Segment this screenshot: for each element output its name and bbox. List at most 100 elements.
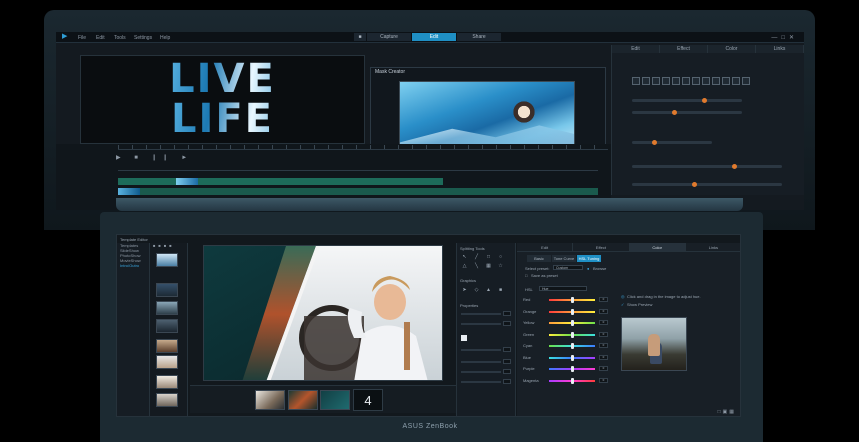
template-thumb-5[interactable] <box>156 339 178 353</box>
tab-edit[interactable]: Edit <box>517 243 574 251</box>
opacity-value[interactable] <box>503 347 511 352</box>
hsl-value-field[interactable]: 0 <box>599 366 608 371</box>
template-thumb-8[interactable] <box>156 393 178 407</box>
mask-tool-12-icon[interactable] <box>742 77 750 85</box>
polygon-tool-icon[interactable]: △ <box>460 263 469 269</box>
menu-tools[interactable]: Tools <box>114 35 126 41</box>
softness-value[interactable] <box>503 359 511 364</box>
template-thumb-3[interactable] <box>156 301 178 315</box>
mask-tool-6-icon[interactable] <box>682 77 690 85</box>
blur-value[interactable] <box>503 379 511 384</box>
mask-tool-5-icon[interactable] <box>672 77 680 85</box>
mask-tool-7-icon[interactable] <box>692 77 700 85</box>
hsl-slider-knob[interactable] <box>570 297 574 303</box>
mask-tool-2-icon[interactable] <box>642 77 650 85</box>
circle-tool-icon[interactable]: ○ <box>496 254 505 260</box>
tab-props-edit[interactable]: Edit <box>612 45 660 53</box>
edge-slider[interactable] <box>632 110 742 115</box>
shadow-slider[interactable] <box>461 371 501 373</box>
border-value[interactable] <box>503 321 511 326</box>
menu-file[interactable]: File <box>78 35 86 41</box>
hsl-preview-image[interactable] <box>621 317 687 371</box>
blur-slider[interactable] <box>461 381 501 383</box>
thumbnail-tools-icon[interactable]: ■■■■ <box>153 243 175 248</box>
tab-effect[interactable]: Effect <box>573 243 630 251</box>
arrow-tool-icon[interactable]: ➤ <box>460 287 469 293</box>
mask-tool-9-icon[interactable] <box>712 77 720 85</box>
hsl-value-field[interactable]: 0 <box>599 297 608 302</box>
preset-dropdown[interactable]: Custom <box>553 265 583 270</box>
border-slider[interactable] <box>461 323 501 325</box>
hsl-value-field[interactable]: 0 <box>599 331 608 337</box>
output-slider[interactable] <box>632 182 782 187</box>
hsl-slider-knob[interactable] <box>570 320 574 326</box>
star-tool-icon[interactable]: ☆ <box>496 263 505 269</box>
hsl-value-field[interactable]: 0 <box>599 354 608 360</box>
save-preset-icon[interactable]: □ <box>525 273 527 278</box>
rect-tool-icon[interactable]: □ <box>484 254 493 260</box>
tab-props-color[interactable]: Color <box>708 45 756 53</box>
save-preset-link[interactable]: Save as preset <box>531 273 558 278</box>
template-thumb-4[interactable] <box>156 319 178 333</box>
tab-color[interactable]: Color <box>629 243 686 251</box>
subtab-tone-curve[interactable]: Tone Curve <box>552 255 576 262</box>
show-preview-checkbox[interactable]: ✓ <box>621 302 624 307</box>
rotation-slider[interactable] <box>461 313 501 315</box>
menu-help[interactable]: Help <box>160 35 170 41</box>
category-intro-outro[interactable]: Intro/Outro <box>117 263 149 268</box>
select-tool-icon[interactable]: ↖ <box>460 254 469 260</box>
mask-tool-10-icon[interactable] <box>722 77 730 85</box>
browse-icon[interactable]: ● <box>587 266 589 271</box>
shadow-value[interactable] <box>503 369 511 374</box>
mask-tool-4-icon[interactable] <box>662 77 670 85</box>
main-preview[interactable]: LIVE LIFE <box>80 55 365 144</box>
triangle-tool-icon[interactable]: ▲ <box>484 287 493 293</box>
overlay-clip-thumb[interactable] <box>118 188 140 195</box>
feather-slider[interactable] <box>632 140 712 145</box>
template-thumb-2[interactable] <box>156 283 178 297</box>
tab-links[interactable]: Links <box>686 243 740 251</box>
strip-thumb-sea[interactable] <box>320 390 350 410</box>
tab-props-effect[interactable]: Effect <box>660 45 708 53</box>
hsl-slider-knob[interactable] <box>570 366 574 372</box>
tab-share[interactable]: Share <box>457 33 501 41</box>
drag-adjust-icon[interactable]: ◎ <box>621 294 625 299</box>
hsl-slider-knob[interactable] <box>570 308 574 315</box>
timeline-ruler[interactable] <box>118 145 608 150</box>
hsl-slider-knob[interactable] <box>570 377 574 384</box>
tab-props-links[interactable]: Links <box>756 45 804 53</box>
template-thumb-7[interactable] <box>156 375 178 389</box>
hsl-value-field[interactable]: 0 <box>599 343 608 348</box>
overlay-track-clip[interactable] <box>118 188 598 195</box>
split-tool-icon[interactable]: ╲ <box>472 263 481 269</box>
brush-size-slider[interactable] <box>632 98 742 103</box>
menu-settings[interactable]: Settings <box>134 35 152 41</box>
diamond-tool-icon[interactable]: ◇ <box>472 287 481 293</box>
hsl-mode-dropdown[interactable]: Hue <box>539 286 587 291</box>
subtab-basic[interactable]: Basic <box>527 255 551 262</box>
mask-tool-3-icon[interactable] <box>652 77 660 85</box>
hsl-value-field[interactable]: 0 <box>599 320 608 325</box>
border-color-swatch[interactable] <box>461 335 467 341</box>
mask-tool-1-icon[interactable] <box>632 77 640 85</box>
template-thumb-1[interactable] <box>156 253 178 267</box>
timeline-toolbar[interactable]: ▶ ■ ❙❙ ► <box>116 154 193 161</box>
template-thumb-6[interactable] <box>156 355 178 369</box>
window-controls[interactable]: —□✕ <box>771 34 798 41</box>
hsl-slider-knob[interactable] <box>570 354 574 361</box>
surf-clip-thumb[interactable] <box>176 178 198 185</box>
hsl-value-field[interactable]: 0 <box>599 377 608 383</box>
hsl-value-field[interactable]: 0 <box>599 308 608 314</box>
tab-edit[interactable]: Edit <box>412 33 456 41</box>
browse-button[interactable]: Browse <box>593 266 606 271</box>
square-tool-icon[interactable]: ■ <box>496 287 505 293</box>
status-icons[interactable]: □▣▦ <box>718 409 736 415</box>
mask-tool-8-icon[interactable] <box>702 77 710 85</box>
home-tab-icon[interactable]: ■ <box>354 33 366 41</box>
menu-edit[interactable]: Edit <box>96 35 105 41</box>
strip-thumb-child[interactable] <box>255 390 285 410</box>
hsl-slider-knob[interactable] <box>570 331 574 338</box>
hsl-slider-knob[interactable] <box>570 343 574 349</box>
line-tool-icon[interactable]: ╱ <box>472 254 481 260</box>
strip-page-number[interactable]: 4 <box>353 389 383 411</box>
